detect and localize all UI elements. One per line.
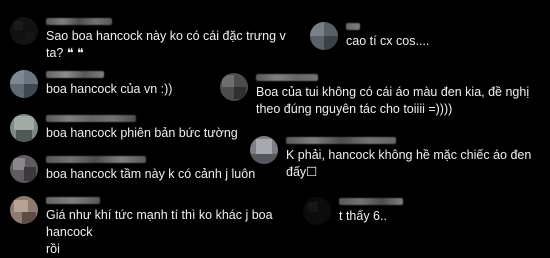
username-blurred[interactable] bbox=[339, 198, 403, 205]
comment-text: t thấy 6.. bbox=[339, 209, 387, 223]
comment-text: boa hancock phiên bản bức tường bbox=[46, 126, 238, 140]
avatar-image bbox=[10, 17, 38, 45]
comment-text: Sao boa hancock này ko có cái đặc trưng … bbox=[46, 29, 286, 60]
username-blurred[interactable] bbox=[46, 18, 112, 25]
username-blurred[interactable] bbox=[46, 115, 136, 122]
comment-item: K phải, hancock không hề mặc chiếc áo đe… bbox=[250, 136, 545, 179]
comment-item: cao tí cx cos.... bbox=[310, 22, 540, 54]
avatar-image bbox=[250, 136, 278, 164]
avatar[interactable] bbox=[10, 70, 38, 98]
avatar-image bbox=[303, 197, 331, 225]
avatar-image bbox=[310, 22, 338, 50]
comment-item: Sao boa hancock này ko có cái đặc trưng … bbox=[10, 17, 300, 60]
comment-text: cao tí cx cos.... bbox=[346, 34, 430, 48]
avatar-image bbox=[10, 196, 38, 224]
avatar-image bbox=[10, 155, 38, 183]
avatar[interactable] bbox=[10, 155, 38, 183]
username-blurred[interactable] bbox=[46, 197, 100, 204]
comment-text: K phải, hancock không hề mặc chiếc áo đe… bbox=[286, 148, 532, 179]
comment-text: boa hancock tầm này k có cảnh j luôn bbox=[46, 167, 256, 181]
comment-text: Boa của tui không có cái áo màu đen kia,… bbox=[256, 85, 530, 116]
avatar[interactable] bbox=[10, 17, 38, 45]
avatar-image bbox=[10, 114, 38, 142]
avatar[interactable] bbox=[250, 136, 278, 164]
username-blurred[interactable] bbox=[286, 137, 396, 144]
avatar[interactable] bbox=[310, 22, 338, 50]
avatar[interactable] bbox=[10, 196, 38, 224]
avatar[interactable] bbox=[10, 114, 38, 142]
avatar-image bbox=[10, 70, 38, 98]
username-blurred[interactable] bbox=[346, 23, 360, 30]
username-blurred[interactable] bbox=[256, 74, 318, 81]
avatar-image bbox=[220, 73, 248, 101]
avatar[interactable] bbox=[303, 197, 331, 225]
comment-text: boa hancock của vn :)) bbox=[46, 82, 173, 96]
username-blurred[interactable] bbox=[46, 71, 104, 78]
comment-item: Giá như khí tức mạnh tí thì ko khác j bo… bbox=[10, 196, 310, 256]
username-blurred[interactable] bbox=[46, 156, 146, 163]
comment-text: Giá như khí tức mạnh tí thì ko khác j bo… bbox=[46, 208, 273, 256]
comment-item: t thấy 6.. bbox=[303, 197, 543, 229]
comment-item: Boa của tui không có cái áo màu đen kia,… bbox=[220, 73, 540, 123]
avatar[interactable] bbox=[220, 73, 248, 101]
